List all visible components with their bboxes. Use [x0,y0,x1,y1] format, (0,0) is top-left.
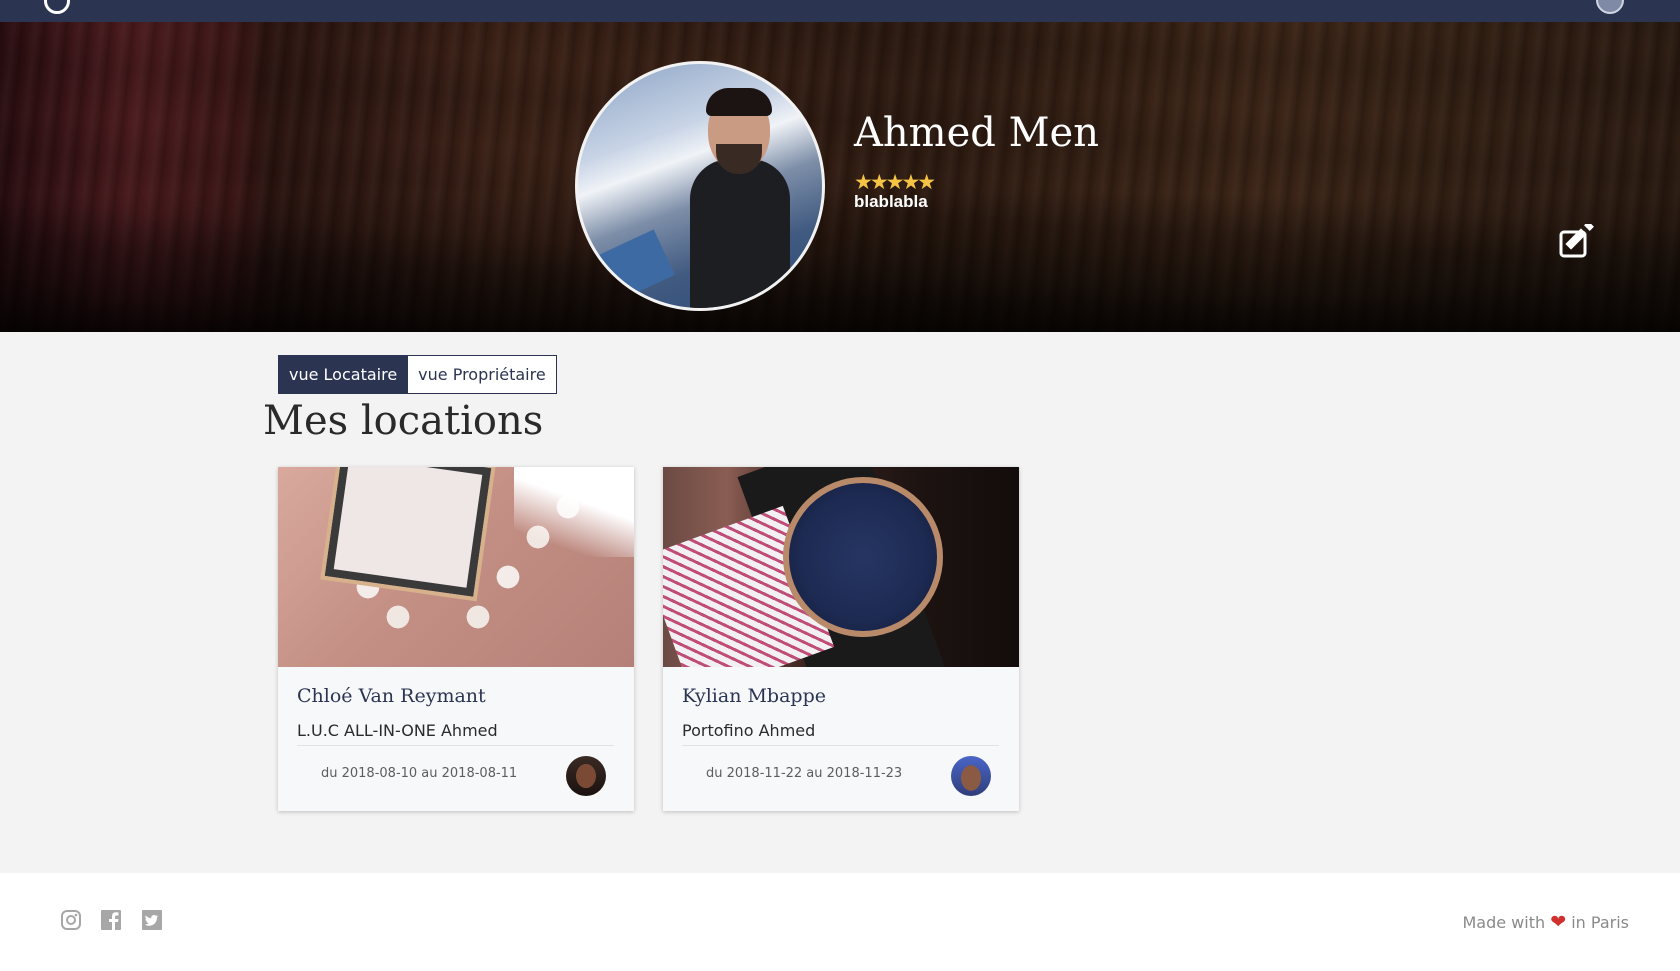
card-owner-name[interactable]: Chloé Van Reymant [297,685,614,715]
watch-image [278,467,634,667]
page-footer: Made with ❤ in Paris [0,873,1680,971]
owner-avatar[interactable] [951,756,991,796]
top-navbar [0,0,1680,22]
rental-card[interactable]: Kylian Mbappe Portofino Ahmed du 2018-11… [663,467,1019,811]
profile-banner: Ahmed Men ★★★★★ blablabla [0,22,1680,332]
logo-icon[interactable] [44,0,70,14]
nav-user-avatar[interactable] [1596,0,1624,14]
twitter-icon[interactable] [141,909,163,931]
card-owner-name[interactable]: Kylian Mbappe [682,685,999,715]
city-text: in Paris [1571,913,1629,932]
profile-avatar [575,61,825,311]
rating-stars: ★★★★★ [854,170,936,194]
edit-icon[interactable] [1558,221,1594,260]
card-product-name: L.U.C ALL-IN-ONE Ahmed [297,721,614,746]
profile-name: Ahmed Men [854,110,1099,156]
owner-avatar[interactable] [566,756,606,796]
card-product-name: Portofino Ahmed [682,721,999,746]
made-with-text: Made with [1462,913,1546,932]
rental-card[interactable]: Chloé Van Reymant L.U.C ALL-IN-ONE Ahmed… [278,467,634,811]
facebook-icon[interactable] [100,909,122,931]
card-dates: du 2018-11-22 au 2018-11-23 [706,766,903,781]
tenant-view-button[interactable]: vue Locataire [279,356,408,393]
watch-image [663,467,1019,667]
heart-icon: ❤ [1550,911,1567,933]
card-dates: du 2018-08-10 au 2018-08-11 [321,766,518,781]
footer-credit: Made with ❤ in Paris [1462,911,1629,933]
profile-tagline: blablabla [854,192,928,211]
section-title: Mes locations [263,398,544,444]
instagram-icon[interactable] [60,909,82,931]
view-toggle: vue Locataire vue Propriétaire [278,355,557,394]
owner-view-button[interactable]: vue Propriétaire [407,356,556,393]
